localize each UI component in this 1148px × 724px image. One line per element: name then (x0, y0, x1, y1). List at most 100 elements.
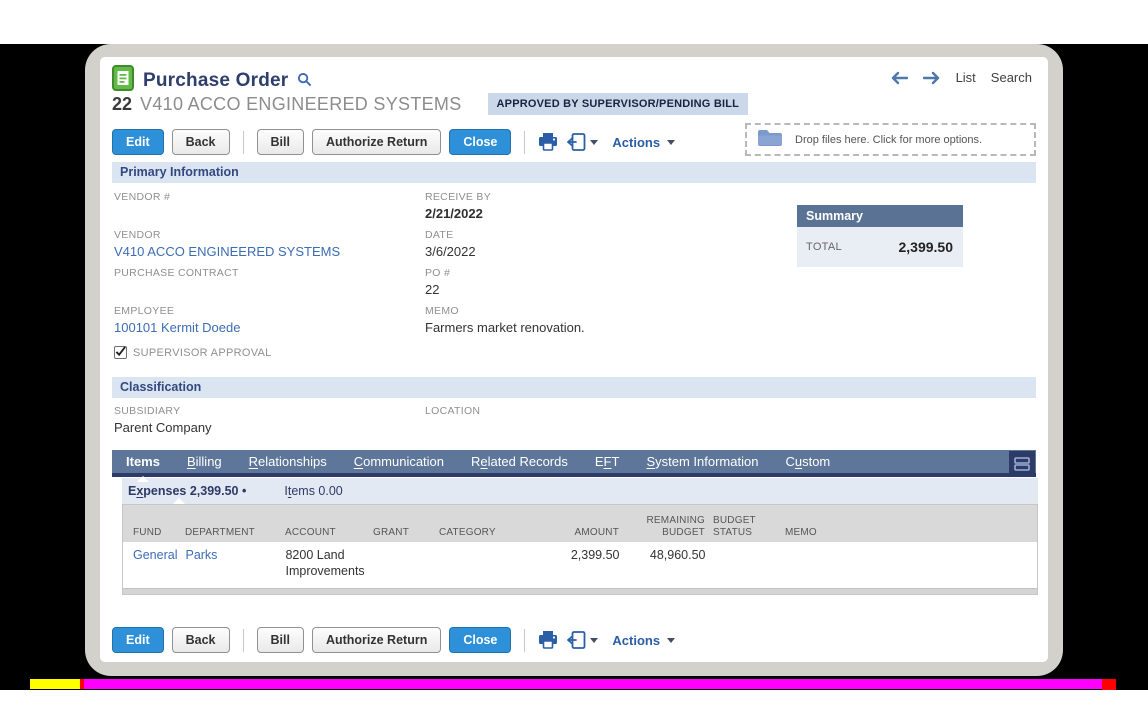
print-icon[interactable] (538, 133, 558, 151)
cell-link-parks[interactable]: Parks (185, 548, 217, 562)
tab-custom[interactable]: Custom (785, 450, 830, 473)
actions-menu[interactable]: Actions (612, 135, 675, 150)
supervisor-approval-checkbox[interactable] (114, 346, 127, 359)
primary-fields-left: VENDOR # VENDOR V410 ACCO ENGINEERED SYS… (114, 191, 414, 359)
export-record-icon[interactable] (566, 133, 598, 151)
back-button[interactable]: Back (172, 129, 230, 155)
tab-system-information[interactable]: System Information (646, 450, 758, 473)
classification-header: Classification (112, 377, 1036, 398)
classification-fields-left: SUBSIDIARY Parent Company (114, 405, 414, 443)
next-record-icon[interactable] (923, 71, 941, 85)
employee-link[interactable]: 100101 Kermit Doede (114, 320, 240, 335)
record-nav: List Search (890, 70, 1032, 85)
toolbar-bottom: Edit Back Bill Authorize Return Close Ac… (112, 627, 675, 653)
toolbar-divider (243, 131, 244, 154)
column-header-grant: GRANT (373, 527, 439, 539)
column-header-memo: MEMO (785, 527, 1037, 539)
list-link[interactable]: List (956, 70, 976, 85)
bill-button[interactable]: Bill (257, 129, 304, 155)
vendor-number-value (114, 205, 414, 223)
summary-total-label: TOTAL (806, 241, 842, 253)
cell-budget-status (713, 547, 785, 582)
subsidiary-label: SUBSIDIARY (114, 405, 414, 419)
tab-relationships[interactable]: Relationships (249, 450, 327, 473)
actions-menu[interactable]: Actions (612, 633, 675, 648)
previous-record-icon[interactable] (890, 71, 908, 85)
summary-box: Summary TOTAL 2,399.50 (797, 205, 963, 267)
receive-by-field: RECEIVE BY 2/21/2022 (425, 191, 725, 223)
dropzone-text: Drop files here. Click for more options. (795, 134, 982, 146)
tab-related-records[interactable]: Related Records (471, 450, 568, 473)
memo-field: MEMO Farmers market renovation. (425, 305, 725, 337)
main-tab-bar: Items Billing Relationships Communication Re… (112, 450, 1036, 477)
back-button[interactable]: Back (172, 627, 230, 653)
cell-account: 8200 Land Improvements (285, 547, 373, 582)
edit-button[interactable]: Edit (112, 627, 164, 653)
toolbar-divider (524, 629, 525, 652)
expenses-table: FUNDDEPARTMENTACCOUNTGRANTCATEGORYAMOUNT… (122, 504, 1038, 595)
vendor-number-label: VENDOR # (114, 191, 414, 205)
cell-link-general[interactable]: General (133, 548, 177, 562)
supervisor-approval-label: SUPERVISOR APPROVAL (133, 347, 272, 359)
tab-billing[interactable]: Billing (187, 450, 222, 473)
summary-title: Summary (797, 205, 963, 227)
close-button[interactable]: Close (449, 627, 511, 653)
column-header-department: DEPARTMENT (185, 527, 285, 539)
employee-field: EMPLOYEE 100101 Kermit Doede (114, 305, 414, 337)
subtab-items-0-00[interactable]: Items 0.00 (284, 478, 342, 504)
memo-value: Farmers market renovation. (425, 319, 725, 337)
search-icon[interactable] (297, 72, 312, 92)
file-dropzone[interactable]: Drop files here. Click for more options. (745, 123, 1036, 156)
receive-by-value: 2/21/2022 (425, 205, 725, 223)
date-field: DATE 3/6/2022 (425, 229, 725, 261)
authorize-return-button[interactable]: Authorize Return (312, 627, 441, 653)
cell-amount: 2,399.50 (539, 547, 627, 582)
export-record-icon[interactable] (566, 631, 598, 649)
tab-bar-underline (112, 473, 1036, 477)
close-button[interactable]: Close (449, 129, 511, 155)
status-badge: APPROVED BY SUPERVISOR/PENDING BILL (488, 93, 749, 115)
subsidiary-field: SUBSIDIARY Parent Company (114, 405, 414, 437)
location-value (425, 419, 725, 437)
purchase-order-icon (112, 65, 134, 96)
po-number-label: PO # (425, 267, 725, 281)
folder-icon (757, 128, 783, 151)
cell-memo (785, 547, 1037, 582)
primary-fields-mid: RECEIVE BY 2/21/2022 DATE 3/6/2022 PO # … (425, 191, 725, 343)
vendor-link[interactable]: V410 ACCO ENGINEERED SYSTEMS (114, 244, 340, 259)
marketing-canvas: Purchase Order List Search 22 V410 ACCO … (0, 0, 1148, 724)
subtab-list-icon[interactable] (1009, 451, 1035, 476)
employee-label: EMPLOYEE (114, 305, 414, 319)
vendor-field: VENDOR V410 ACCO ENGINEERED SYSTEMS (114, 229, 414, 261)
tab-eft[interactable]: EFT (595, 450, 620, 473)
primary-information-header: Primary Information (112, 162, 1036, 183)
authorize-return-button[interactable]: Authorize Return (312, 129, 441, 155)
search-link[interactable]: Search (991, 70, 1032, 85)
page-title: Purchase Order (143, 70, 288, 92)
column-header-remaining-budget: REMAINING BUDGET (627, 515, 713, 538)
chevron-down-icon (667, 638, 675, 643)
toolbar-divider (524, 131, 525, 154)
summary-total-row: TOTAL 2,399.50 (797, 227, 963, 267)
horizontal-scrollbar[interactable] (123, 588, 1037, 594)
column-header-account: ACCOUNT (285, 527, 373, 539)
print-icon[interactable] (538, 631, 558, 649)
supervisor-approval-field: SUPERVISOR APPROVAL (114, 346, 414, 359)
edit-button[interactable]: Edit (112, 129, 164, 155)
cell-department: Parks (185, 547, 285, 582)
tab-items[interactable]: Items (126, 450, 160, 473)
column-header-category: CATEGORY (439, 527, 539, 539)
actions-label: Actions (612, 633, 660, 648)
bill-button[interactable]: Bill (257, 627, 304, 653)
actions-label: Actions (612, 135, 660, 150)
cell-fund: General (133, 547, 185, 582)
chevron-down-icon (667, 140, 675, 145)
purchase-contract-value (114, 281, 414, 299)
tab-communication[interactable]: Communication (354, 450, 444, 473)
table-row[interactable]: General Parks 8200 Land Improvements 2,399.… (123, 542, 1037, 588)
classification-fields-mid: LOCATION (425, 405, 725, 443)
glitch-stripe-magenta (84, 679, 1102, 689)
summary-total-value: 2,399.50 (899, 239, 954, 255)
column-header-amount: AMOUNT (539, 527, 627, 539)
netsuite-window: Purchase Order List Search 22 V410 ACCO … (100, 57, 1048, 662)
